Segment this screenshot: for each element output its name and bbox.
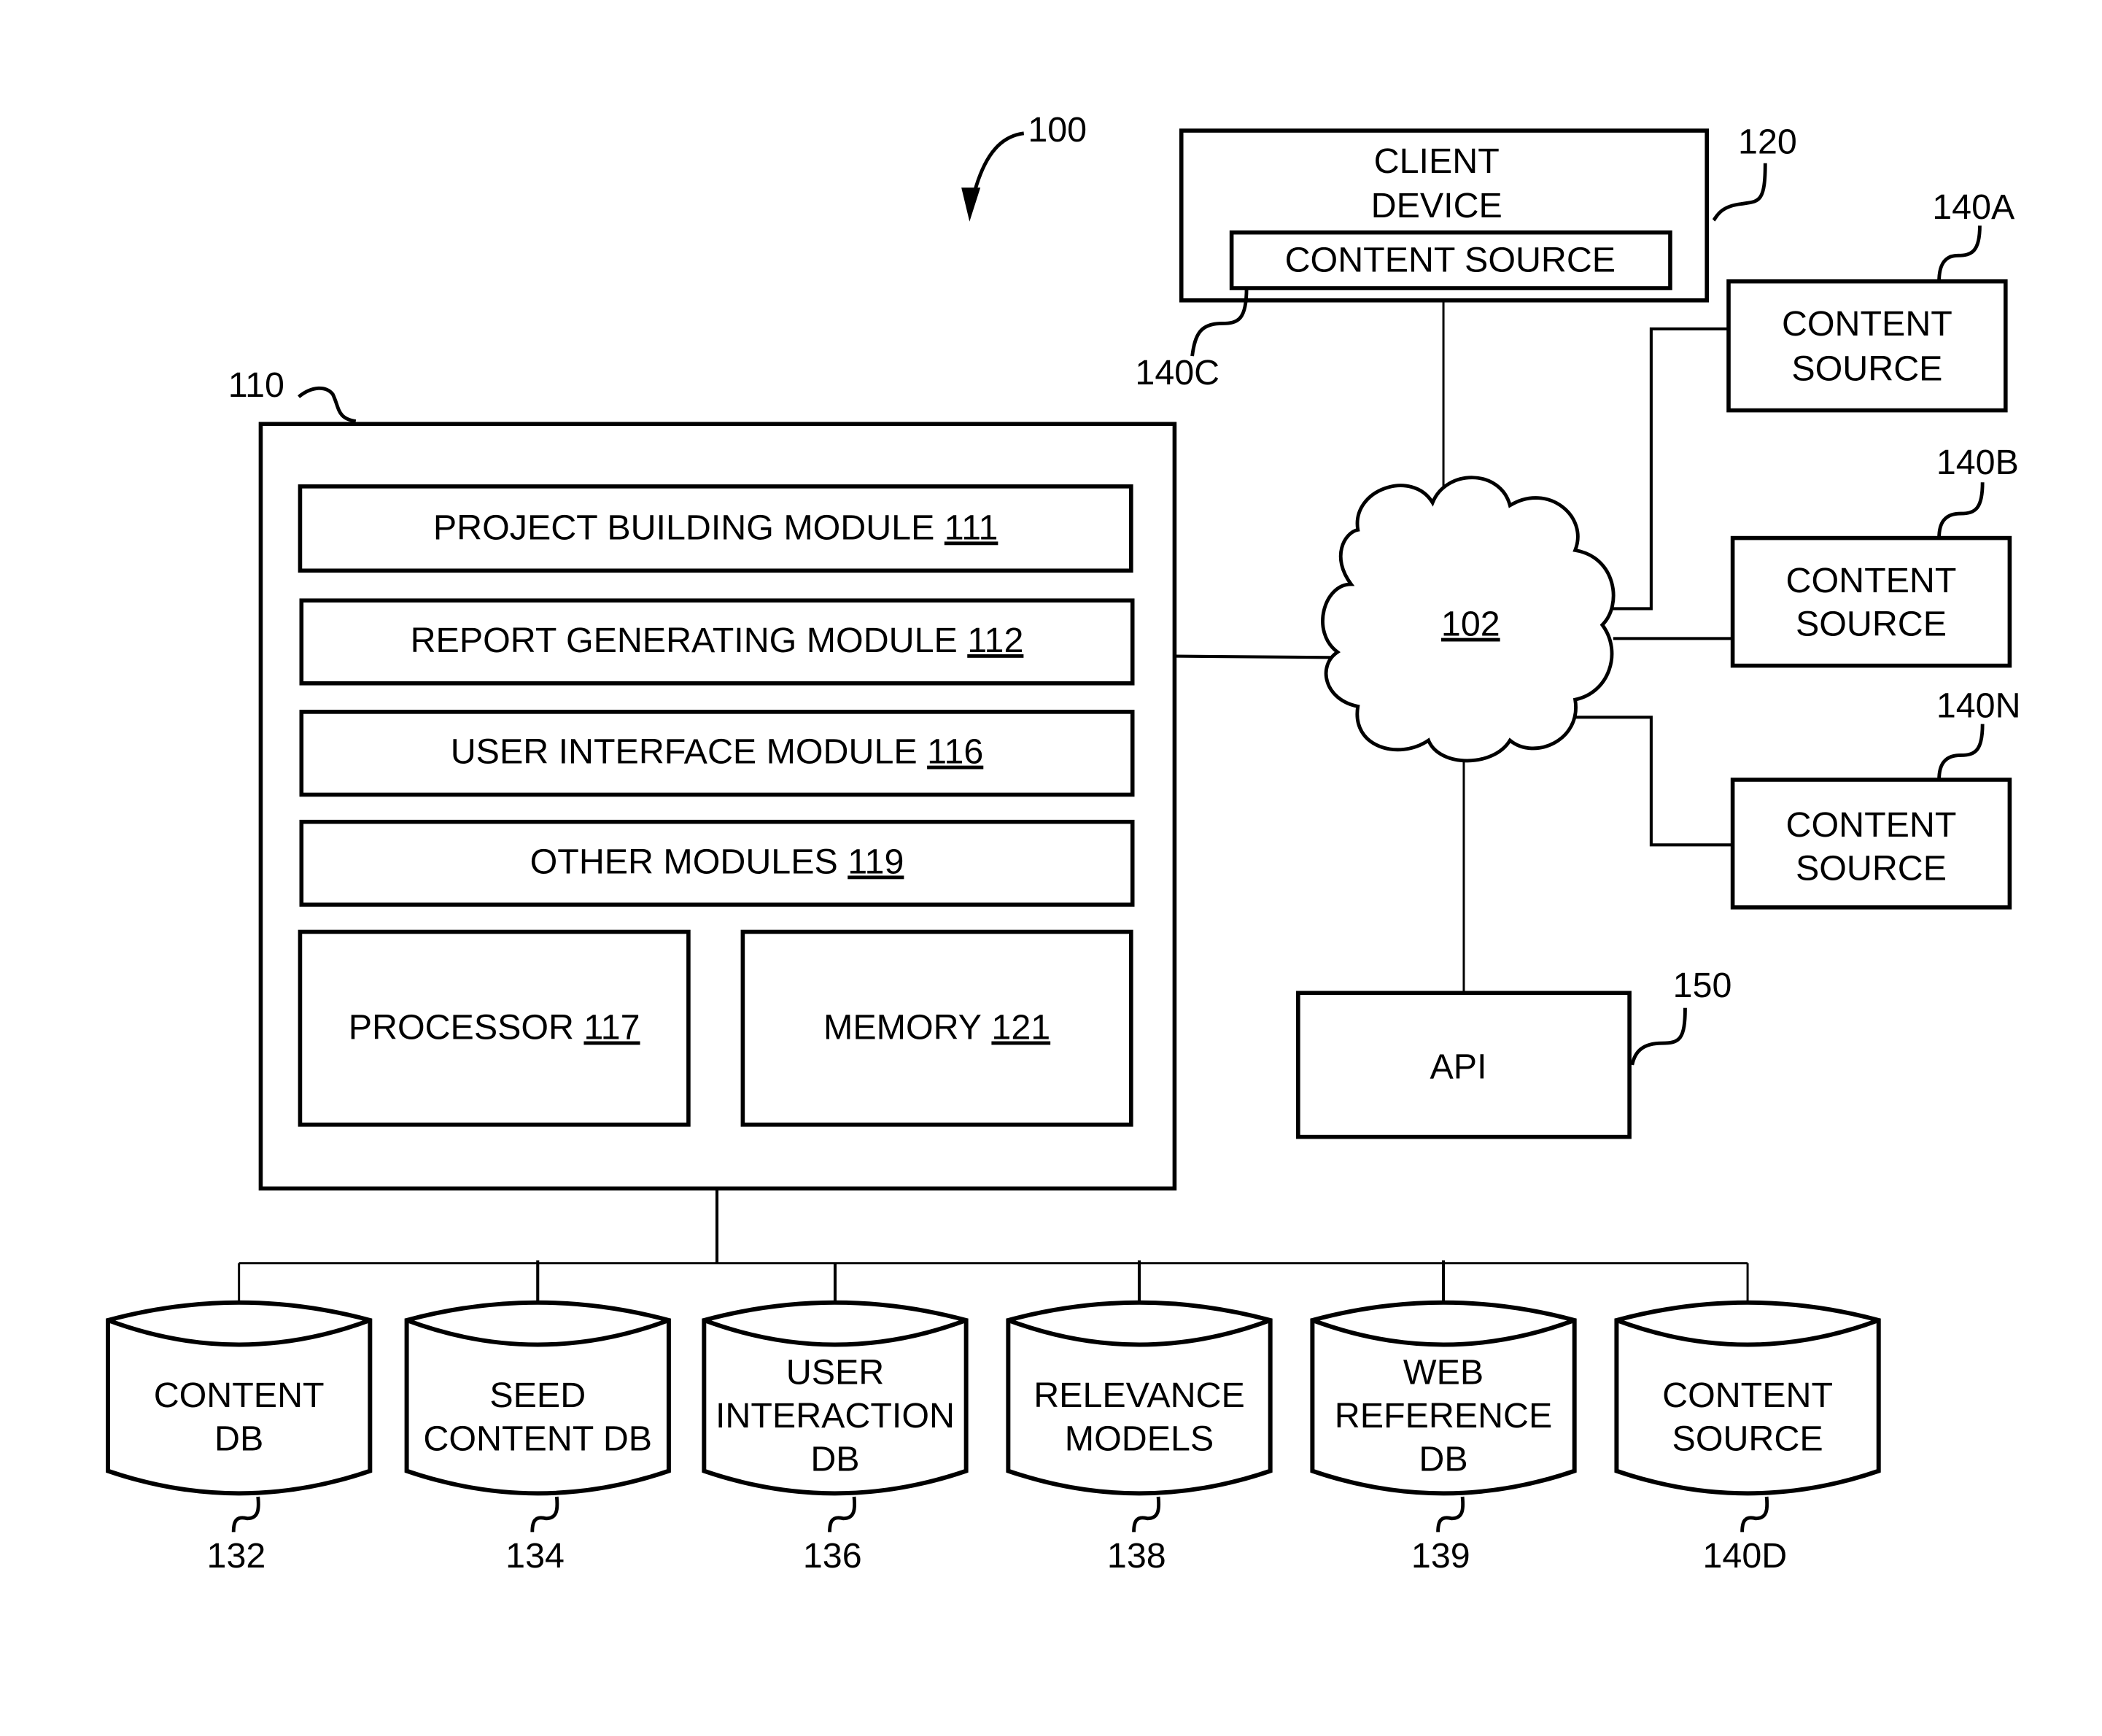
module-other[interactable]: OTHER MODULES 119: [299, 819, 1135, 907]
module-label: OTHER MODULES: [530, 842, 838, 881]
module-ref: 112: [967, 621, 1023, 660]
processor-ref: 117: [583, 1008, 640, 1047]
database-row: CONTENT DB 132 SEED CONTENT DB 134 USER INTERAC…: [106, 1300, 1881, 1576]
module-ref: 111: [945, 508, 998, 547]
network-cloud[interactable]: 102: [1321, 476, 1616, 763]
client-device-line2: DEVICE: [1371, 186, 1502, 225]
svg-text:PROJECT BUILDING MODULE 111: PROJECT BUILDING MODULE 111: [433, 508, 998, 547]
database-label-line: USER: [786, 1352, 884, 1392]
svg-text:MEMORY 121: MEMORY 121: [823, 1008, 1050, 1047]
content-source-ref: 140A: [1932, 187, 2015, 227]
processor[interactable]: PROCESSOR 117: [298, 929, 691, 1127]
content-source-ref: 140N: [1936, 686, 2021, 725]
leader-line-140a: [1937, 225, 1982, 282]
leader-line-140b: [1937, 482, 1985, 538]
database-label-line: RELEVANCE: [1033, 1376, 1245, 1415]
database-140D[interactable]: CONTENT SOURCE 140D: [1614, 1300, 1881, 1576]
client-device-ref: 120: [1738, 123, 1797, 162]
database-134[interactable]: SEED CONTENT DB 134: [404, 1300, 671, 1576]
svg-text:PROCESSOR 117: PROCESSOR 117: [349, 1008, 640, 1047]
leader-line: [1132, 1496, 1161, 1532]
content-source-line2: SOURCE: [1791, 349, 1942, 389]
leader-line-110: [298, 386, 357, 423]
content-source-140n[interactable]: CONTENT SOURCE 140N: [1730, 686, 2021, 910]
memory-ref: 121: [991, 1008, 1050, 1047]
figure-ref-100: 100: [961, 110, 1087, 222]
module-label: USER INTERFACE MODULE: [451, 732, 918, 772]
svg-text:USER INTERFACE MODULE 116: USER INTERFACE MODULE 116: [451, 732, 984, 772]
database-ref: 138: [1107, 1536, 1166, 1576]
leader-line: [231, 1496, 260, 1532]
leader-line-140n: [1937, 724, 1985, 780]
module-project-building[interactable]: PROJECT BUILDING MODULE 111: [298, 484, 1133, 573]
database-label-line: WEB: [1403, 1352, 1484, 1392]
module-user-interface[interactable]: USER INTERFACE MODULE 116: [299, 710, 1135, 797]
content-source-line1: CONTENT: [1786, 561, 1957, 600]
module-label: PROJECT BUILDING MODULE: [433, 508, 934, 547]
leader-line: [1436, 1496, 1465, 1532]
content-source-140a[interactable]: CONTENT SOURCE 140A: [1726, 187, 2015, 413]
api[interactable]: API 150: [1296, 966, 1732, 1139]
database-label-line: REFERENCE: [1335, 1396, 1552, 1435]
arrowhead-icon: [961, 187, 981, 222]
content-source-line2: SOURCE: [1796, 849, 1947, 888]
database-138[interactable]: RELEVANCE MODELS 138: [1006, 1300, 1273, 1576]
api-ref: 150: [1673, 966, 1732, 1005]
database-label-line: CONTENT: [1662, 1376, 1833, 1415]
leader-line: [828, 1496, 857, 1532]
client-content-source-ref: 140C: [1135, 353, 1219, 392]
module-ref: 119: [848, 842, 904, 881]
database-ref: 136: [803, 1536, 862, 1576]
client-device[interactable]: CLIENT DEVICE CONTENT SOURCE 120 140C: [1135, 123, 1796, 392]
module-report-generating[interactable]: REPORT GENERATING MODULE 112: [299, 598, 1135, 686]
content-source-line1: CONTENT: [1782, 304, 1952, 344]
content-source-140b[interactable]: CONTENT SOURCE 140B: [1730, 443, 2019, 668]
leader-line: [1740, 1496, 1769, 1532]
database-ref: 140D: [1703, 1536, 1788, 1576]
content-source-line1: CONTENT: [1786, 805, 1957, 845]
leader-line-120: [1712, 163, 1767, 222]
database-label-line: CONTENT: [154, 1376, 325, 1415]
network-ref: 102: [1441, 605, 1500, 644]
content-source-ref: 140B: [1936, 443, 2019, 482]
api-label: API: [1430, 1047, 1487, 1087]
figure-ref-label: 100: [1028, 110, 1087, 150]
memory-label: MEMORY: [823, 1008, 982, 1047]
database-ref: 134: [505, 1536, 565, 1576]
database-label-line: DB: [1419, 1440, 1467, 1479]
database-label-line: SOURCE: [1672, 1419, 1823, 1459]
server-system[interactable]: 110 PROJECT BUILDING MODULE 111 REPORT G…: [228, 365, 1177, 1191]
database-label-line: MODELS: [1065, 1419, 1214, 1459]
database-label-line: CONTENT DB: [423, 1419, 652, 1459]
processor-label: PROCESSOR: [349, 1008, 574, 1047]
database-136[interactable]: USER INTERACTION DB 136: [702, 1300, 969, 1576]
memory[interactable]: MEMORY 121: [740, 929, 1133, 1127]
client-device-line1: CLIENT: [1374, 142, 1500, 181]
content-source-line2: SOURCE: [1796, 605, 1947, 644]
database-label-line: SEED: [489, 1376, 586, 1415]
database-139[interactable]: WEB REFERENCE DB 139: [1310, 1300, 1577, 1576]
database-132[interactable]: CONTENT DB 132: [106, 1300, 373, 1576]
system-diagram: 100 CLIENT DEVICE CONTENT SOURCE 120 140…: [106, 110, 2021, 1576]
figure-arrow-icon: [973, 131, 1025, 191]
leader-line-150: [1630, 1007, 1687, 1066]
database-label-line: DB: [810, 1440, 859, 1479]
svg-text:REPORT GENERATING MODULE 112: REPORT GENERATING MODULE 112: [411, 621, 1024, 660]
leader-line: [530, 1496, 559, 1532]
module-ref: 116: [927, 732, 983, 772]
database-ref: 139: [1411, 1536, 1470, 1576]
database-label-line: DB: [214, 1419, 263, 1459]
server-ref: 110: [228, 365, 284, 405]
database-label-line: INTERACTION: [715, 1396, 955, 1435]
database-ref: 132: [207, 1536, 266, 1576]
client-content-source-label: CONTENT SOURCE: [1285, 241, 1616, 280]
svg-text:OTHER MODULES 119: OTHER MODULES 119: [530, 842, 904, 881]
module-label: REPORT GENERATING MODULE: [411, 621, 958, 660]
